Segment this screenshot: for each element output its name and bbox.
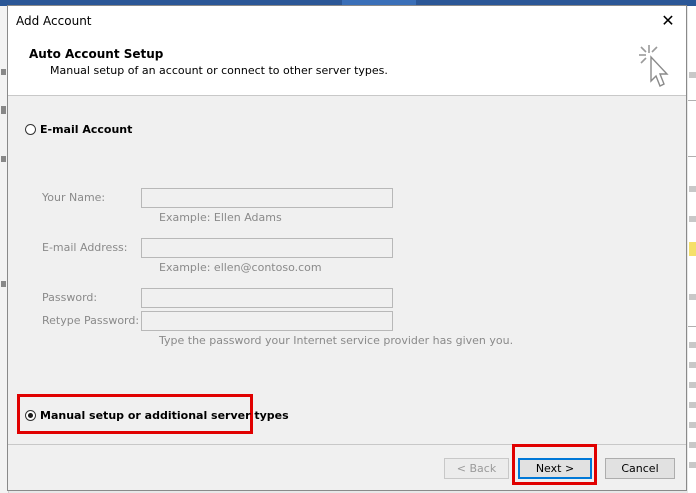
- close-button[interactable]: ✕: [656, 10, 680, 32]
- background-highlight-chip: [689, 242, 696, 256]
- email-account-radio[interactable]: [25, 124, 36, 135]
- background-text-fragment: [689, 362, 696, 368]
- close-icon: ✕: [661, 11, 675, 30]
- add-account-dialog: Add Account ✕ Auto Account Setup Manual …: [7, 5, 687, 491]
- header-title: Auto Account Setup: [29, 47, 164, 61]
- manual-setup-radio[interactable]: [25, 410, 36, 421]
- your-name-label: Your Name:: [42, 191, 106, 204]
- your-name-hint: Example: Ellen Adams: [159, 211, 282, 224]
- background-text-fragment: [689, 72, 696, 78]
- password-hint: Type the password your Internet service …: [159, 334, 514, 347]
- back-button[interactable]: < Back: [444, 458, 509, 479]
- email-address-input[interactable]: [141, 238, 393, 258]
- background-text-fragment: [689, 402, 696, 408]
- background-right-pane: [688, 6, 696, 493]
- email-address-label: E-mail Address:: [42, 241, 128, 254]
- retype-password-input[interactable]: [141, 311, 393, 331]
- password-label: Password:: [42, 291, 98, 304]
- header-subtitle: Manual setup of an account or connect to…: [50, 64, 388, 77]
- cursor-click-icon: [639, 45, 669, 87]
- dialog-title: Add Account: [16, 14, 92, 28]
- background-text-fragment: [689, 342, 696, 348]
- background-text-fragment: [689, 382, 696, 388]
- background-text-fragment: [689, 186, 696, 192]
- background-mark: [1, 156, 6, 162]
- email-account-label: E-mail Account: [40, 123, 133, 136]
- retype-password-label: Retype Password:: [42, 314, 140, 327]
- background-divider: [688, 100, 696, 101]
- next-button[interactable]: Next >: [518, 458, 592, 479]
- manual-setup-label: Manual setup or additional server types: [40, 409, 289, 422]
- background-mark: [1, 69, 6, 75]
- background-divider: [688, 156, 696, 157]
- background-mark: [1, 281, 6, 287]
- background-text-fragment: [689, 462, 696, 468]
- email-account-option[interactable]: E-mail Account: [25, 123, 132, 136]
- background-text-fragment: [689, 216, 696, 222]
- background-text-fragment: [689, 294, 696, 300]
- cancel-button[interactable]: Cancel: [605, 458, 675, 479]
- password-input[interactable]: [141, 288, 393, 308]
- email-address-hint: Example: ellen@contoso.com: [159, 261, 322, 274]
- background-text-fragment: [689, 422, 696, 428]
- background-text-fragment: [689, 442, 696, 448]
- background-divider: [688, 326, 696, 327]
- dialog-titlebar: Add Account ✕: [8, 6, 686, 36]
- background-mark: [1, 106, 6, 114]
- manual-setup-option[interactable]: Manual setup or additional server types: [25, 409, 289, 422]
- dialog-header: Auto Account Setup Manual setup of an ac…: [8, 36, 686, 96]
- your-name-input[interactable]: [141, 188, 393, 208]
